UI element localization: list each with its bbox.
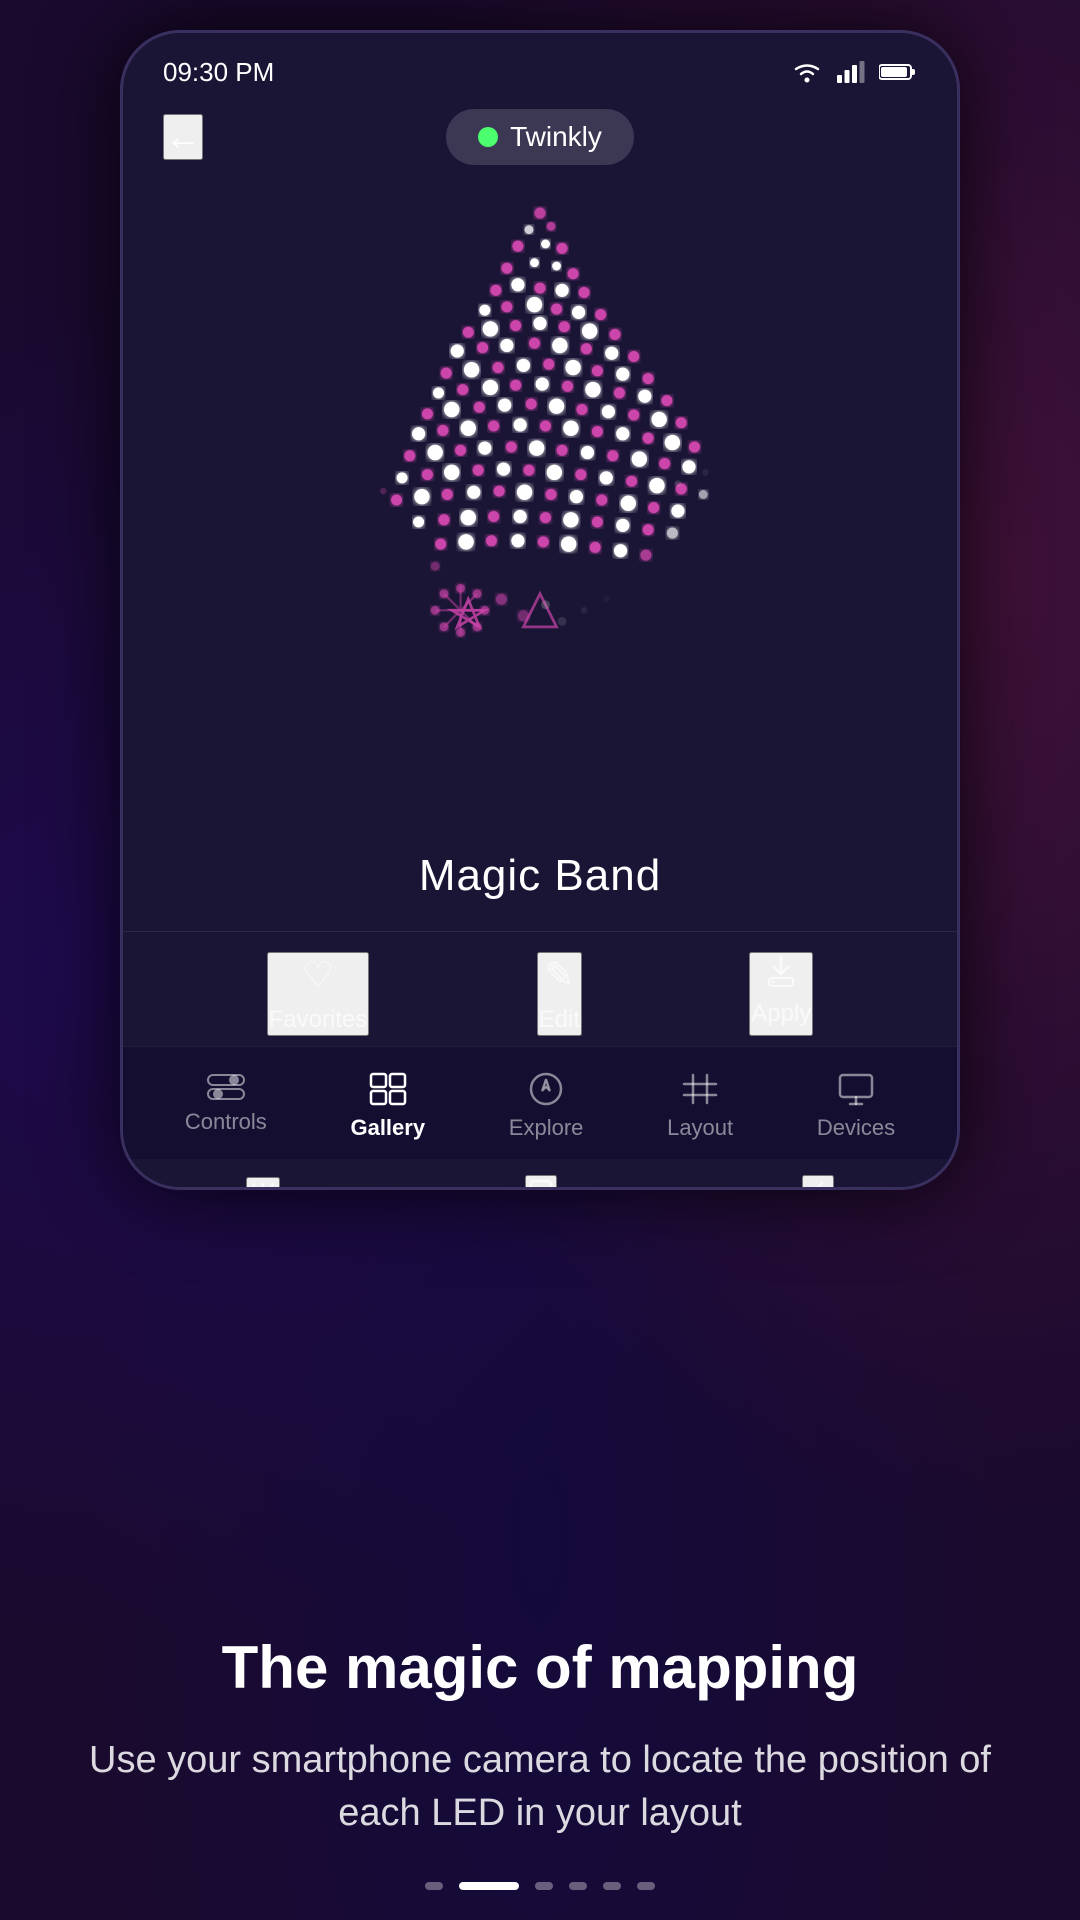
android-nav-bar [123, 1159, 957, 1190]
wifi-icon [791, 61, 823, 83]
page-dot-5[interactable] [603, 1882, 621, 1890]
action-bar: ♡ Favorites ✎ Edit Apply [123, 931, 957, 1046]
nav-explore-label: Explore [509, 1115, 584, 1141]
explore-icon [526, 1071, 566, 1107]
app-badge: Twinkly [446, 109, 634, 165]
page-dot-4[interactable] [569, 1882, 587, 1890]
android-menu-button[interactable] [246, 1177, 280, 1191]
tree-visualization [260, 191, 820, 831]
nav-explore[interactable]: Explore [489, 1063, 604, 1149]
favorites-label: Favorites [269, 1006, 368, 1034]
android-back-button[interactable] [802, 1175, 834, 1190]
page-dot-6[interactable] [637, 1882, 655, 1890]
battery-icon [879, 62, 917, 82]
marketing-title: The magic of mapping [80, 1632, 1000, 1704]
nav-controls[interactable]: Controls [165, 1063, 287, 1149]
edit-icon: ✎ [544, 954, 574, 996]
nav-devices-label: Devices [817, 1115, 895, 1141]
nav-controls-label: Controls [185, 1109, 267, 1135]
nav-layout-label: Layout [667, 1115, 733, 1141]
phone-frame: 09:30 PM ← [120, 30, 960, 1190]
bottom-nav: Controls Gallery Explore [123, 1046, 957, 1159]
page-dot-3[interactable] [535, 1882, 553, 1890]
apply-label: Apply [751, 1000, 811, 1028]
effect-name: Magic Band [123, 851, 957, 901]
favorites-button[interactable]: ♡ Favorites [267, 952, 370, 1036]
top-bar: ← Twinkly [123, 93, 957, 181]
gallery-icon [368, 1071, 408, 1107]
page-indicators [0, 1882, 1080, 1890]
app-title: Twinkly [510, 121, 602, 153]
apply-icon [761, 954, 801, 990]
bottom-text-section: The magic of mapping Use your smartphone… [0, 1632, 1080, 1840]
heart-icon: ♡ [302, 954, 334, 996]
nav-gallery-label: Gallery [350, 1115, 425, 1141]
page-dot-2[interactable] [459, 1882, 519, 1890]
edit-label: Edit [539, 1006, 580, 1034]
controls-icon [206, 1071, 246, 1101]
connection-status-dot [478, 127, 498, 147]
status-time: 09:30 PM [163, 57, 274, 88]
edit-button[interactable]: ✎ Edit [537, 952, 582, 1036]
page-dot-1[interactable] [425, 1882, 443, 1890]
back-button[interactable]: ← [163, 114, 203, 160]
android-home-button[interactable] [525, 1175, 557, 1190]
led-tree-svg [260, 191, 820, 831]
signal-icon [837, 61, 865, 83]
nav-devices[interactable]: Devices [797, 1063, 915, 1149]
marketing-subtitle: Use your smartphone camera to locate the… [80, 1734, 1000, 1840]
nav-layout[interactable]: Layout [647, 1063, 753, 1149]
apply-button[interactable]: Apply [749, 952, 813, 1036]
layout-icon [680, 1071, 720, 1107]
status-icons [791, 61, 917, 83]
status-bar: 09:30 PM [123, 33, 957, 93]
devices-icon [836, 1071, 876, 1107]
nav-gallery[interactable]: Gallery [330, 1063, 445, 1149]
